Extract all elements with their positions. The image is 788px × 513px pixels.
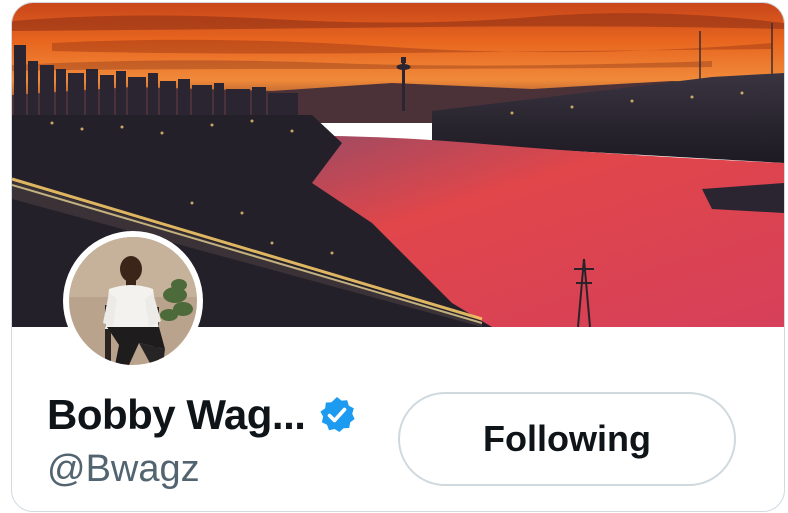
avatar-photo — [69, 237, 197, 365]
profile-name-row: Bobby Wag... — [47, 388, 357, 442]
display-name[interactable]: Bobby Wag... — [47, 391, 306, 439]
profile-page: Bobby Wag... @Bwagz Following — [0, 0, 788, 513]
verified-badge-icon[interactable] — [317, 395, 357, 435]
following-button-label: Following — [483, 418, 651, 459]
profile-avatar[interactable] — [63, 231, 203, 371]
profile-handle: @Bwagz — [47, 448, 200, 490]
following-button[interactable]: Following — [398, 392, 736, 486]
